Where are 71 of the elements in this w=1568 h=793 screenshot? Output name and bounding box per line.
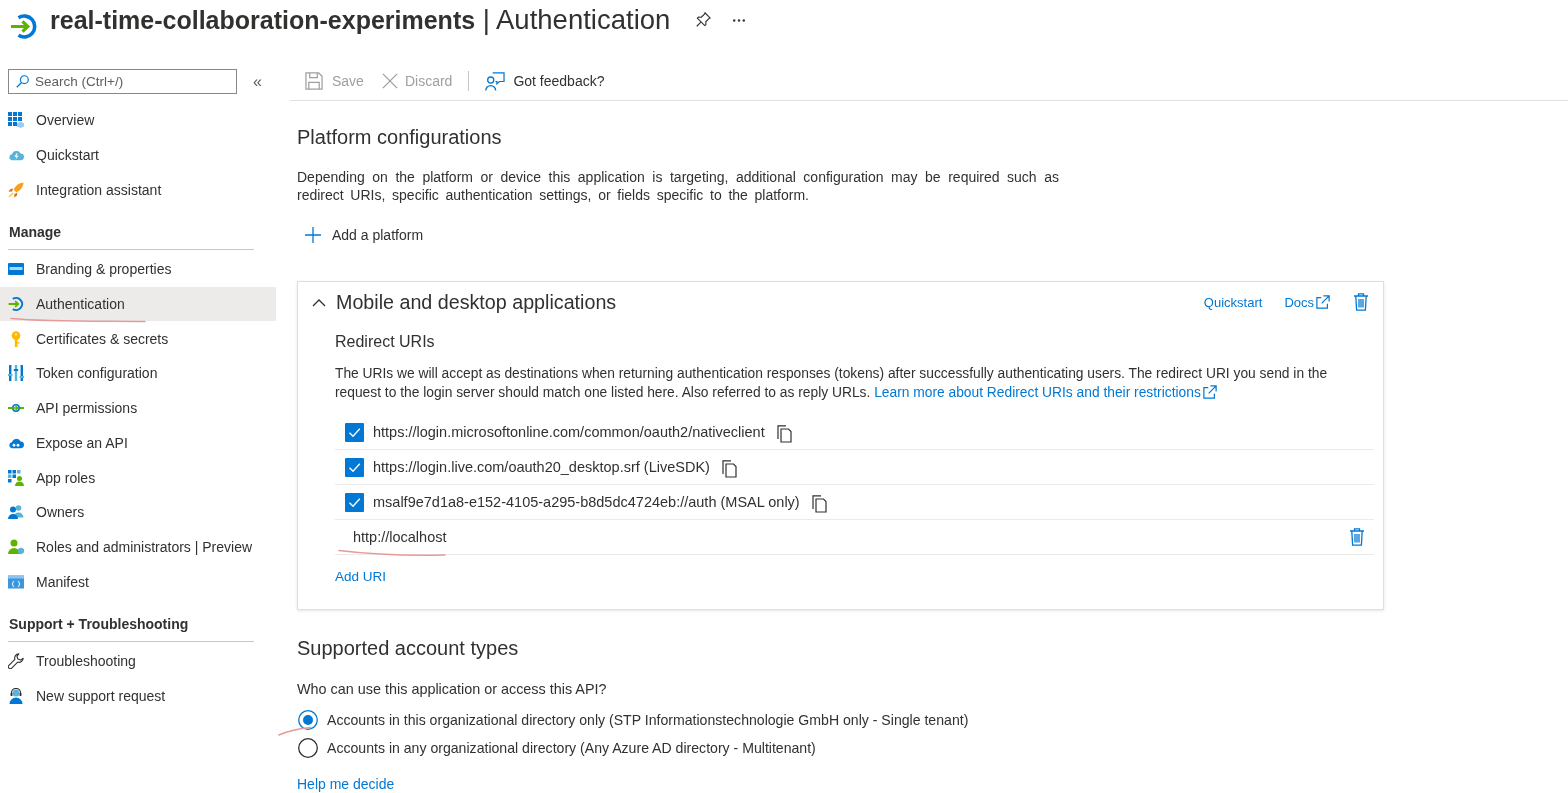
person-badge-icon	[8, 538, 24, 555]
copy-icon[interactable]	[776, 425, 792, 443]
learn-more-link[interactable]: Learn more about Redirect URIs and their restrictions	[874, 385, 1217, 400]
sidebar-item[interactable]: Owners	[0, 494, 276, 530]
radio-button[interactable]	[298, 710, 318, 730]
uri-text: msalf9e7d1a8-e152-4105-a295-b8d5dc4724eb://auth (MSAL only)	[373, 494, 800, 510]
grid-person-icon	[8, 469, 24, 486]
copy-icon[interactable]	[721, 460, 737, 478]
cross-icon	[381, 73, 398, 89]
section-title: Platform configurations	[297, 125, 503, 149]
sidebar-item[interactable]: API permissions	[0, 390, 276, 426]
arrow-circle-icon	[8, 296, 24, 313]
checkbox[interactable]	[345, 422, 364, 442]
section-title: Supported account types	[297, 636, 520, 660]
card-title: Mobile and desktop applications	[336, 290, 617, 314]
sidebar-item[interactable]: Certificates & secrets	[0, 321, 276, 357]
code-window-icon	[8, 573, 24, 590]
uri-text: https://login.microsoftonline.com/common/oauth2/nativeclient	[373, 424, 765, 440]
sidebar-item[interactable]: Integration assistant	[0, 172, 276, 208]
sidebar-item[interactable]: Branding & properties	[0, 252, 276, 287]
sidebar-item[interactable]: Manifest	[0, 564, 276, 599]
trash-icon[interactable]	[1354, 293, 1368, 311]
radio-button[interactable]	[298, 738, 318, 758]
person-speech-bubble-icon	[485, 71, 506, 91]
checkbox[interactable]	[345, 457, 364, 477]
add-uri-button[interactable]: Add URI	[335, 567, 387, 587]
chevron-up-icon[interactable]	[312, 297, 326, 307]
checkbox[interactable]	[345, 492, 364, 512]
feedback-button[interactable]: Got feedback?	[477, 65, 613, 97]
page-title: real-time-collaboration-experiments | Authentication	[50, 4, 671, 36]
pin-icon[interactable]	[696, 11, 712, 27]
sidebar-item[interactable]: Authentication	[0, 286, 276, 322]
section-heading: Manage	[8, 207, 254, 251]
sidebar-item[interactable]: Expose an API	[0, 425, 276, 461]
section-heading: Support + Troubleshooting	[8, 598, 254, 642]
floppy-disk-icon	[305, 72, 323, 90]
question-text: Who can use this application or access this API?	[297, 680, 608, 698]
sidebar-item[interactable]: Overview	[0, 103, 276, 138]
help-link[interactable]: Help me decide	[297, 776, 395, 792]
sidebar-item[interactable]: Token configuration	[0, 356, 276, 391]
person-headset-icon	[8, 687, 24, 704]
people-icon	[8, 504, 24, 521]
card-icon	[8, 261, 24, 278]
sidebar-item[interactable]: New support request	[0, 678, 276, 714]
search-field[interactable]: Search (Ctrl+/)	[8, 69, 237, 94]
more-icon[interactable]	[733, 18, 746, 22]
add-platform-button[interactable]: Add a platform	[297, 219, 432, 251]
plus-icon	[305, 227, 321, 243]
rocket-icon	[8, 181, 24, 198]
wrench-icon	[8, 653, 24, 670]
bars-icon	[8, 365, 24, 382]
trash-icon[interactable]	[1350, 528, 1364, 546]
collapse-button[interactable]: «	[250, 72, 265, 91]
sidebar-item[interactable]: App roles	[0, 460, 276, 495]
option-label: Accounts in this organizational directory only (STP Informationstechnologie GmbH only - Single tenant)	[327, 712, 969, 728]
docs-link[interactable]: Docs	[1284, 294, 1330, 310]
option-label: Accounts in any organizational directory (Any Azure AD directory - Multitenant)	[327, 740, 816, 756]
copy-icon[interactable]	[811, 495, 827, 513]
arrow-circle-icon	[10, 11, 38, 41]
platform-description: Depending on the platform or device this application is targeting, additional configuration may be required such as redirect URIs, specific authentication settings, or fields specific to the platform.	[297, 168, 1059, 204]
subsection-title: Redirect URIs	[335, 332, 436, 352]
sidebar-item[interactable]: Roles and administrators | Preview	[0, 529, 276, 565]
search-icon	[16, 75, 29, 88]
uri-text: https://login.live.com/oauth20_desktop.srf (LiveSDK)	[373, 459, 710, 475]
external-link-icon	[1202, 385, 1217, 399]
sidebar-item[interactable]: Troubleshooting	[0, 643, 276, 679]
redirect-description: The URIs we will accept as destinations when returning authentication responses (tokens) after successfully authenticating users. The redirect URI you send in the request to the login server should match one listed here. Also referred to as reply URLs. Learn more about Redirect URIs and their restrictions	[335, 365, 1329, 402]
sidebar-item[interactable]: Quickstart	[0, 137, 276, 173]
quickstart-link[interactable]: Quickstart	[1203, 294, 1263, 310]
uri-input[interactable]: http://localhost	[345, 526, 653, 548]
grid-icon	[8, 112, 24, 129]
